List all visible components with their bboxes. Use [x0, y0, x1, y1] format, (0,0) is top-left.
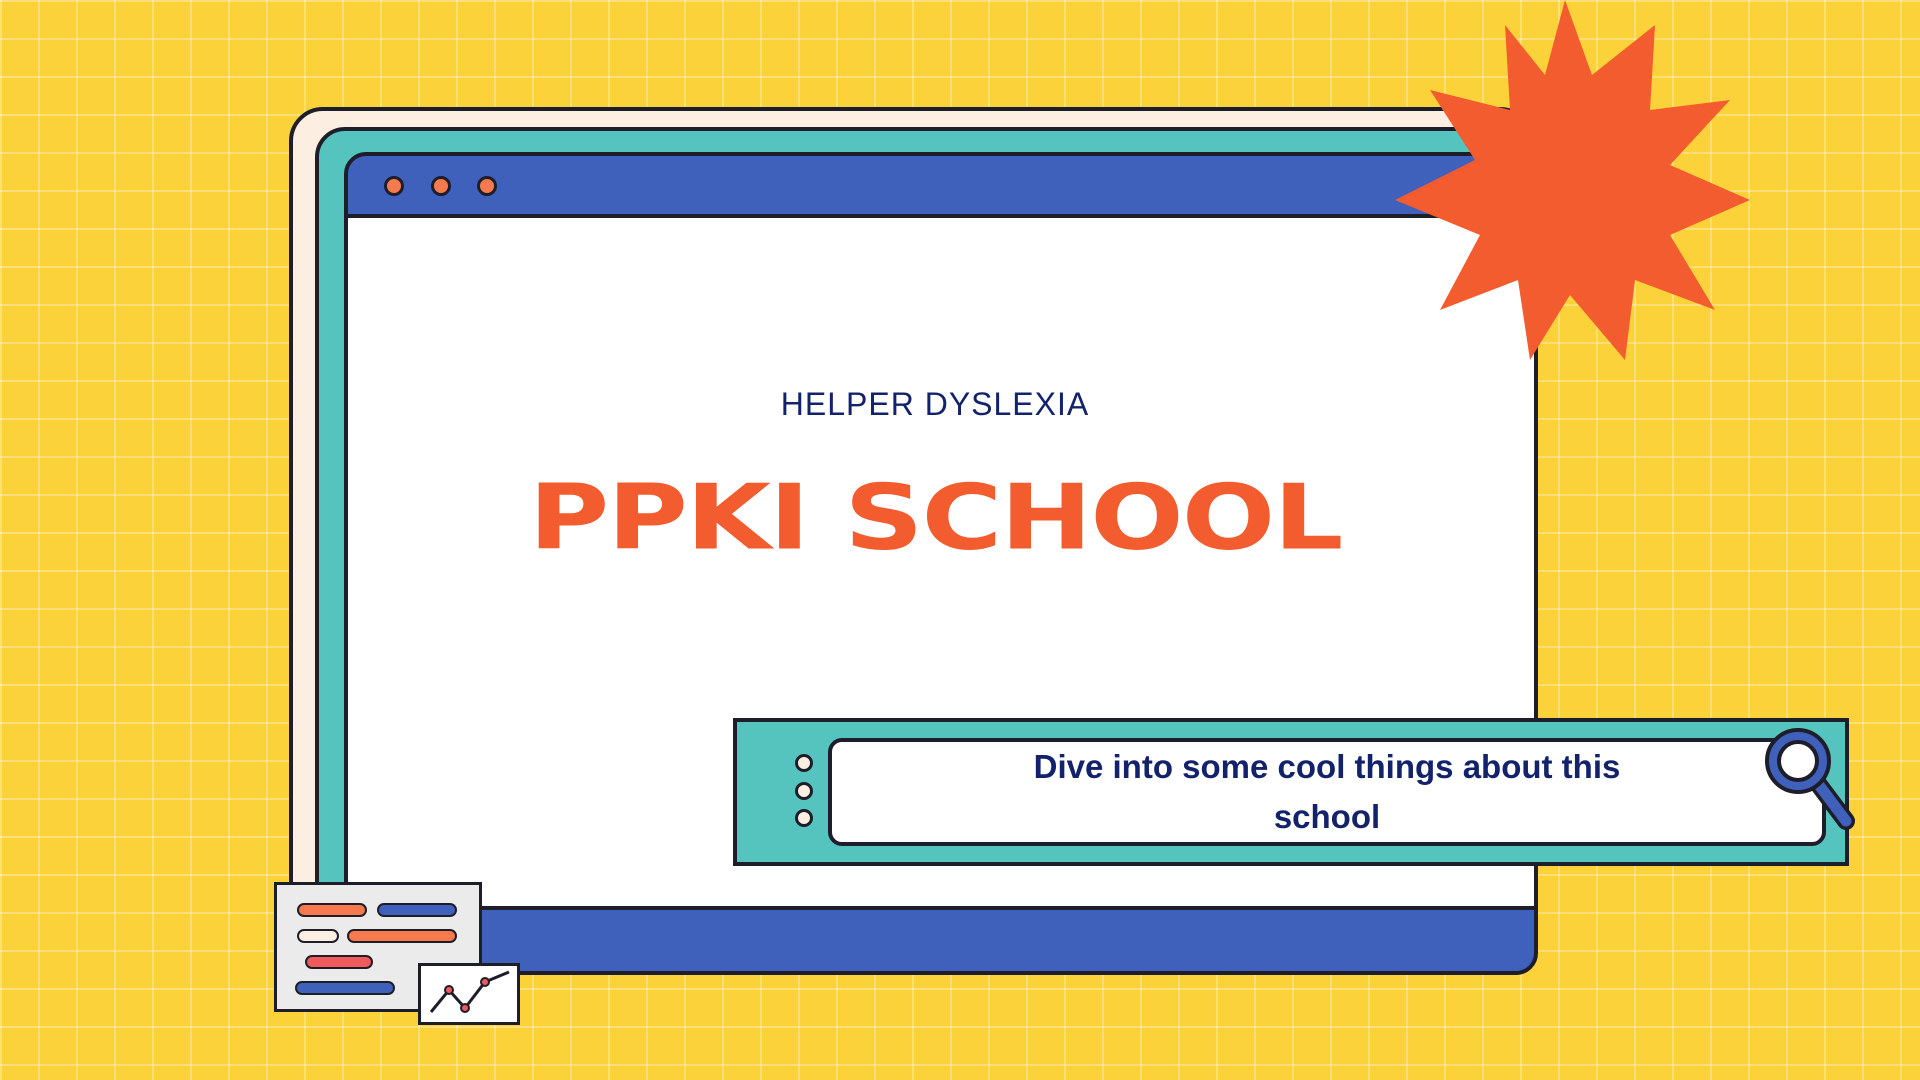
mini-pill	[297, 929, 339, 943]
starburst-icon	[1395, 0, 1750, 360]
mini-pill	[377, 903, 457, 917]
mini-pill	[305, 955, 373, 969]
slide-subtitle: HELPER DYSLEXIA	[780, 386, 1090, 422]
window-dot-2[interactable]	[431, 176, 451, 196]
line-chart-icon	[429, 970, 510, 1013]
search-dot-1	[795, 754, 813, 772]
window-dot-1[interactable]	[384, 176, 404, 196]
search-text: Dive into some cool things about this sc…	[1033, 748, 1621, 835]
mini-pill	[297, 903, 367, 917]
window-dot-3[interactable]	[477, 176, 497, 196]
slide-title: PPKI SCHOOL	[528, 465, 1344, 570]
search-dot-2	[795, 782, 813, 800]
mini-pill	[347, 929, 457, 943]
search-input[interactable]: Dive into some cool things about this sc…	[828, 738, 1826, 846]
mini-pill	[295, 981, 395, 995]
magnifier-icon[interactable]	[1758, 723, 1858, 833]
mini-chart	[418, 963, 520, 1025]
search-dot-3	[795, 809, 813, 827]
